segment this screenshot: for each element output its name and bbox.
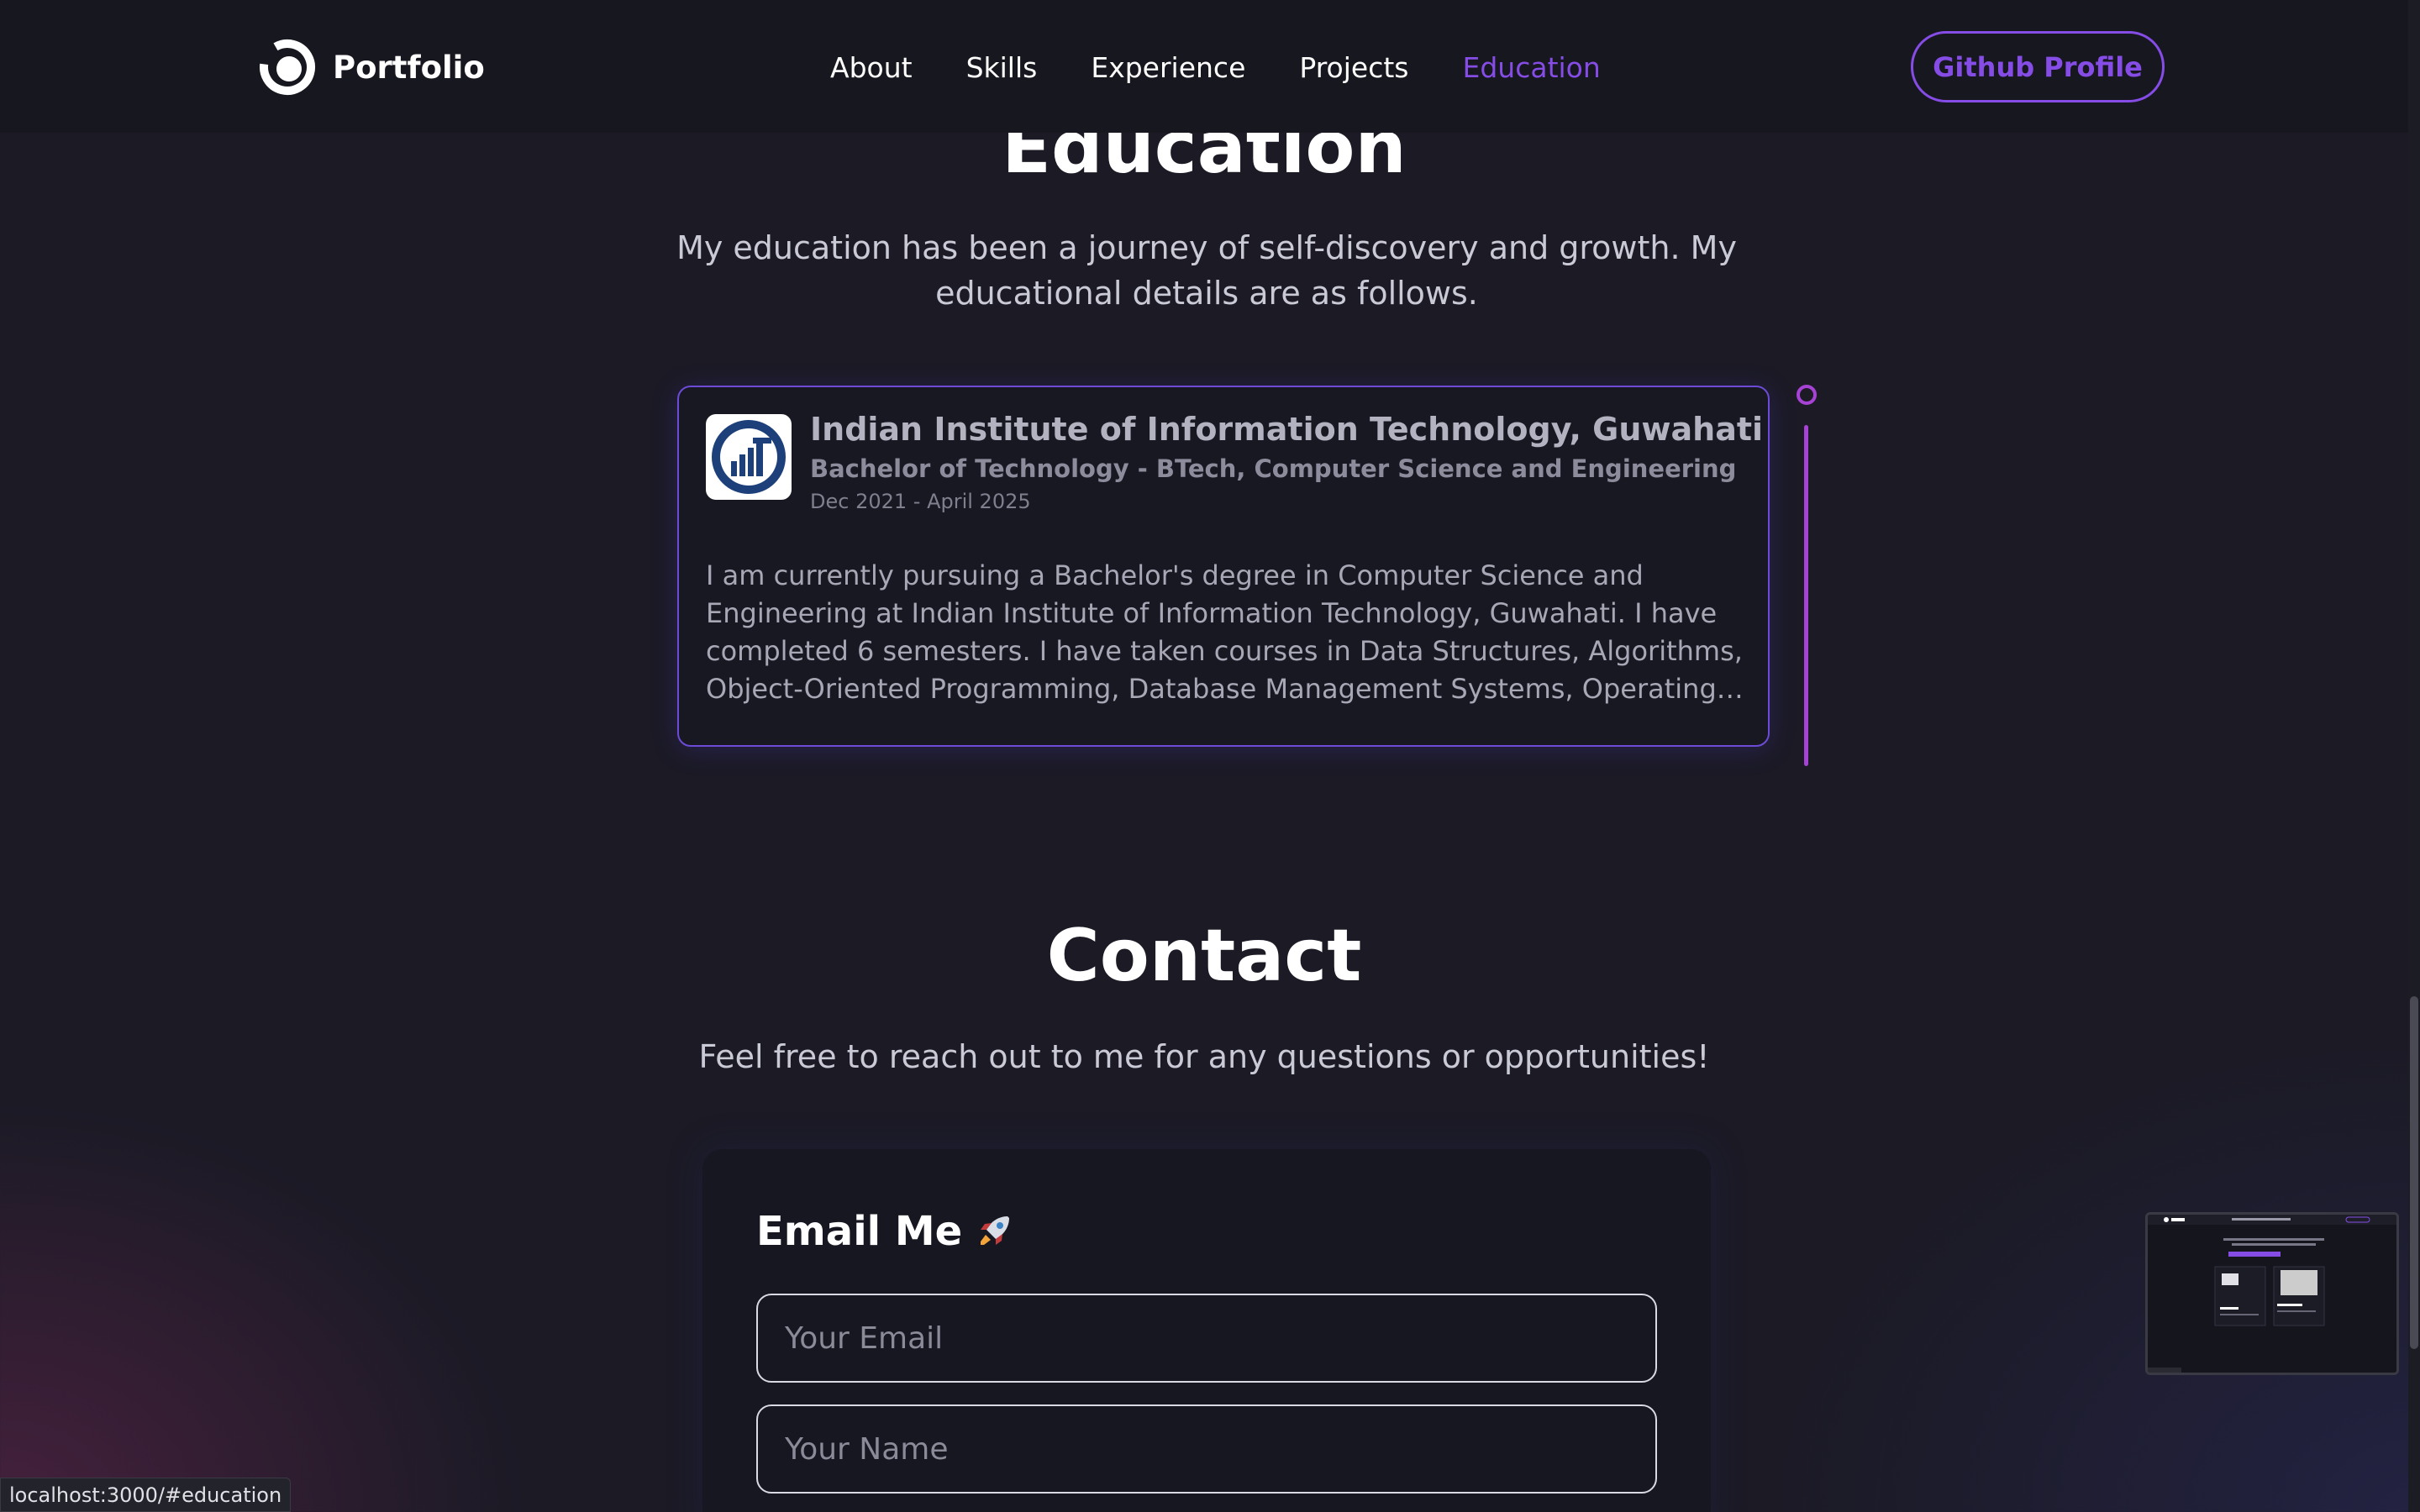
nav-link-education[interactable]: Education: [1462, 51, 1600, 84]
nav-links: About Skills Experience Projects Educati…: [830, 42, 1601, 92]
form-title: Email Me: [756, 1208, 1014, 1255]
school-logo: [706, 414, 792, 500]
nav-link-about[interactable]: About: [830, 51, 913, 84]
nav-link-skills[interactable]: Skills: [966, 51, 1038, 84]
contact-title: Contact: [1046, 914, 1362, 998]
navbar: Portfolio About Skills Experience Projec…: [0, 0, 2408, 133]
education-description: My education has been a journey of self-…: [676, 229, 1737, 312]
page-preview-thumbnail[interactable]: [2145, 1212, 2399, 1375]
contact-form: Email Me: [702, 1149, 1711, 1512]
name-input[interactable]: [756, 1404, 1657, 1494]
email-input[interactable]: [756, 1294, 1657, 1383]
degree: Bachelor of Technology - BTech, Computer…: [810, 454, 1737, 483]
logo-icon: [260, 39, 315, 95]
preview-image: [2148, 1215, 2396, 1373]
school-logo-icon: [712, 420, 786, 494]
education-dates: Dec 2021 - April 2025: [810, 490, 1031, 513]
rocket-icon: [981, 1216, 1010, 1245]
education-card[interactable]: Indian Institute of Information Technolo…: [677, 386, 1770, 747]
nav-link-projects[interactable]: Projects: [1299, 51, 1408, 84]
timeline-dot: [1797, 385, 1817, 405]
scrollbar-thumb[interactable]: [2410, 996, 2418, 1349]
browser-status-url: localhost:3000/#education: [0, 1478, 292, 1512]
contact-description: Feel free to reach out to me for any que…: [698, 1038, 1710, 1075]
brand-link[interactable]: Portfolio: [259, 39, 485, 96]
nav-link-experience[interactable]: Experience: [1091, 51, 1245, 84]
page-scrollbar[interactable]: [2408, 0, 2420, 1512]
github-profile-button[interactable]: Github Profile: [1911, 31, 2165, 102]
school-name: Indian Institute of Information Technolo…: [810, 411, 1764, 448]
form-title-text: Email Me: [756, 1208, 963, 1255]
timeline-connector: [1804, 425, 1808, 766]
brand-name: Portfolio: [333, 49, 485, 86]
education-text: I am currently pursuing a Bachelor's deg…: [706, 559, 1743, 705]
